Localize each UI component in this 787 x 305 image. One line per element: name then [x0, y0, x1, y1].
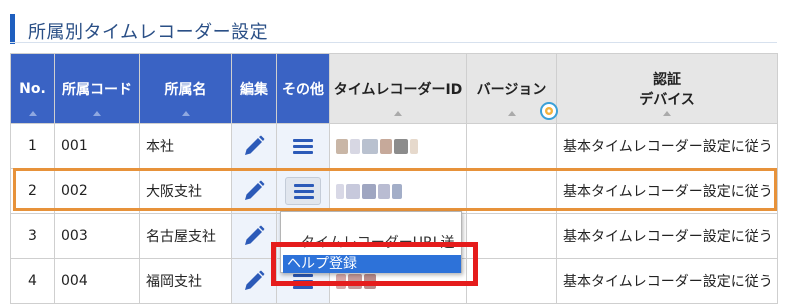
- cell-version: [466, 123, 557, 169]
- cell-name: 名古屋支社: [139, 213, 232, 259]
- page-header: 所属別タイムレコーダー設定: [10, 10, 777, 44]
- cell-no: 2: [10, 168, 55, 214]
- auth-header-line2: デバイス: [639, 91, 695, 108]
- pencil-icon[interactable]: [242, 224, 266, 248]
- auth-header-line1: 認証: [653, 71, 681, 88]
- cell-version: [466, 258, 557, 304]
- cell-no: 1: [10, 123, 55, 169]
- cell-other: [276, 168, 330, 214]
- cell-edit: [231, 123, 277, 169]
- cell-name: 福岡支社: [139, 258, 232, 304]
- title-divider: [10, 42, 777, 43]
- col-header-name[interactable]: 所属名: [139, 53, 232, 124]
- table-row: 2 002 大阪支社 基本タイムレコーダー設定に従う: [10, 168, 778, 214]
- cell-auth: 基本タイムレコーダー設定に従う: [556, 213, 778, 259]
- cell-edit: [231, 258, 277, 304]
- col-header-edit: 編集: [231, 53, 277, 124]
- cell-auth: 基本タイムレコーダー設定に従う: [556, 123, 778, 169]
- cell-edit: [231, 168, 277, 214]
- table-row: 1 001 本社 基本タイムレコーダー設定に従う: [10, 123, 778, 169]
- cell-no: 4: [10, 258, 55, 304]
- menu-item-help-register[interactable]: ヘルプ登録: [283, 255, 461, 273]
- pencil-icon[interactable]: [242, 179, 266, 203]
- cell-code: 001: [54, 123, 140, 169]
- col-header-auth-device[interactable]: 認証 デバイス: [556, 53, 778, 124]
- cell-version: [466, 168, 557, 214]
- col-header-tr-id[interactable]: タイムレコーダーID: [329, 53, 467, 124]
- cell-code: 003: [54, 213, 140, 259]
- cell-version: [466, 213, 557, 259]
- cell-edit: [231, 213, 277, 259]
- cell-name: 大阪支社: [139, 168, 232, 214]
- context-menu: タイムレコーダーURL送信 ヘルプ登録: [280, 211, 462, 273]
- col-header-other: その他: [276, 53, 330, 124]
- cell-code: 004: [54, 258, 140, 304]
- cell-tr-id-redacted: [329, 123, 467, 169]
- cell-no: 3: [10, 213, 55, 259]
- cell-tr-id-redacted: [329, 168, 467, 214]
- page-title: 所属別タイムレコーダー設定: [28, 22, 269, 43]
- hamburger-menu-icon[interactable]: [285, 132, 321, 160]
- hamburger-menu-icon[interactable]: [285, 177, 321, 205]
- pencil-icon[interactable]: [242, 269, 266, 293]
- title-accent-bar: [10, 14, 15, 44]
- col-header-no[interactable]: No.: [10, 53, 55, 124]
- table-header-row: No. 所属コード 所属名 編集 その他 タイムレコーダーID バージョン 認証…: [10, 53, 778, 124]
- cell-code: 002: [54, 168, 140, 214]
- cell-auth: 基本タイムレコーダー設定に従う: [556, 258, 778, 304]
- col-header-code[interactable]: 所属コード: [54, 53, 140, 124]
- cell-other: [276, 123, 330, 169]
- gear-icon[interactable]: [540, 102, 558, 120]
- pencil-icon[interactable]: [242, 134, 266, 158]
- cell-name: 本社: [139, 123, 232, 169]
- cell-auth: 基本タイムレコーダー設定に従う: [556, 168, 778, 214]
